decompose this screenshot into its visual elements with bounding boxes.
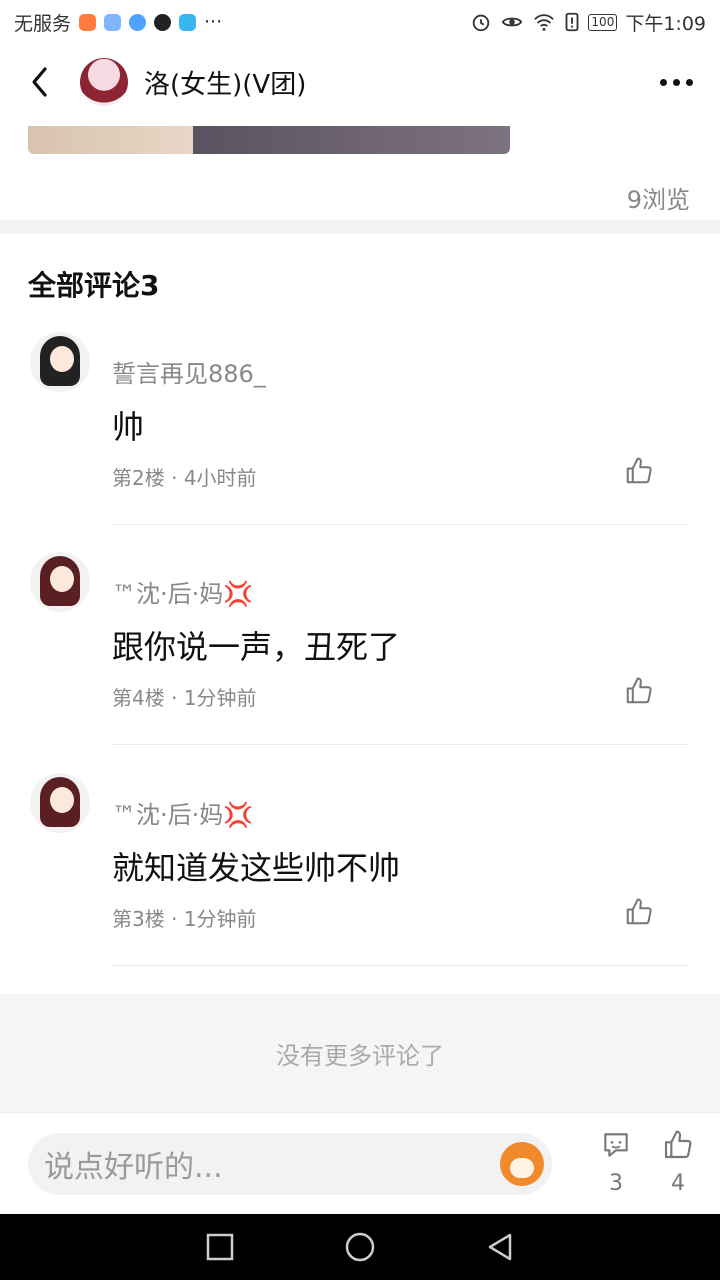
comment-meta: 第2楼 · 4小时前 [112, 466, 257, 490]
commenter-avatar[interactable] [30, 332, 90, 392]
more-options-button[interactable] [654, 64, 698, 100]
commenter-name[interactable]: 誓言再见886_ [112, 354, 266, 389]
browser-icon [129, 13, 147, 31]
comment-time: 4小时前 [183, 466, 257, 490]
more-notifications-icon: ··· [204, 11, 223, 33]
alarm-icon [473, 14, 490, 32]
tiktok-icon [154, 13, 172, 31]
comment-divider [112, 524, 688, 525]
section-divider [0, 220, 720, 234]
like-count: 4 [671, 1171, 685, 1196]
wifi-icon [534, 14, 555, 31]
input-placeholder: 说点好听的... [44, 1150, 223, 1185]
top-app-bar: 洛(女生)(V团) [0, 44, 720, 120]
comment-count: 3 [609, 1171, 623, 1196]
dot-icon [659, 78, 667, 86]
home-button-icon[interactable] [344, 1231, 376, 1263]
commenter-avatar[interactable] [30, 773, 90, 833]
comment-divider [112, 744, 688, 745]
app-notification-icon [79, 13, 97, 31]
recents-button-icon[interactable] [204, 1231, 236, 1263]
comments-title: 全部评论3 [28, 269, 160, 302]
emoji-icon[interactable] [500, 1142, 544, 1186]
sim-alert-icon [566, 12, 579, 32]
comment-count-button[interactable]: 3 [596, 1129, 636, 1196]
comment-item[interactable]: 誓言再见886_ 帅 第2楼 · 4小时前 [0, 332, 720, 554]
comment-floor: 第4楼 [112, 686, 165, 710]
like-count-button[interactable]: 4 [658, 1129, 698, 1196]
back-button[interactable] [0, 44, 80, 120]
thumbs-up-icon[interactable] [624, 676, 654, 706]
system-nav-bar [0, 1214, 720, 1280]
comment-time: 1分钟前 [183, 907, 257, 931]
media-segment [193, 126, 510, 154]
commenter-name[interactable]: ™沈·后·妈💢 [112, 574, 253, 609]
author-name[interactable]: 洛(女生)(V团) [144, 64, 306, 101]
commenter-name[interactable]: ™沈·后·妈💢 [112, 795, 253, 830]
dot-icon [672, 78, 680, 86]
view-count: 9浏览 [626, 186, 690, 214]
comment-divider [112, 965, 688, 966]
commenter-avatar[interactable] [30, 552, 90, 612]
thumbs-up-icon[interactable] [624, 897, 654, 927]
comment-icon [604, 1133, 628, 1157]
post-media-image[interactable] [28, 126, 510, 154]
comment-text: 就知道发这些帅不帅 [112, 849, 401, 887]
back-nav-button-icon[interactable] [484, 1231, 516, 1263]
media-segment [28, 126, 193, 154]
shield-app-icon [179, 13, 197, 31]
eye-comfort-icon [502, 17, 523, 27]
comment-floor: 第2楼 [112, 466, 165, 490]
comment-text: 帅 [112, 408, 145, 446]
dot-icon [685, 78, 693, 86]
comment-input[interactable]: 说点好听的... [28, 1133, 552, 1195]
comment-meta: 第3楼 · 1分钟前 [112, 907, 257, 931]
comment-floor: 第3楼 [112, 907, 165, 931]
comment-item[interactable]: ™沈·后·妈💢 跟你说一声，丑死了 第4楼 · 1分钟前 [0, 552, 720, 774]
chevron-left-icon [32, 67, 47, 97]
carrier-text: 无服务 [14, 12, 72, 35]
thumbs-up-icon[interactable] [624, 456, 654, 486]
status-bar: 无服务 ··· 100 下午1:09 [0, 0, 720, 44]
comment-text: 跟你说一声，丑死了 [112, 628, 401, 666]
no-more-comments: 没有更多评论了 [0, 994, 720, 1112]
comment-time: 1分钟前 [183, 686, 257, 710]
thumbs-up-icon [664, 1130, 692, 1159]
comment-input-bar: 说点好听的... 3 4 [0, 1112, 720, 1214]
status-time: 下午1:09 [625, 12, 706, 35]
app-notification-icon [104, 13, 122, 31]
comment-meta: 第4楼 · 1分钟前 [112, 686, 257, 710]
comment-item[interactable]: ™沈·后·妈💢 就知道发这些帅不帅 第3楼 · 1分钟前 [0, 773, 720, 995]
battery-indicator: 100 [588, 13, 618, 31]
author-avatar[interactable] [80, 58, 128, 106]
